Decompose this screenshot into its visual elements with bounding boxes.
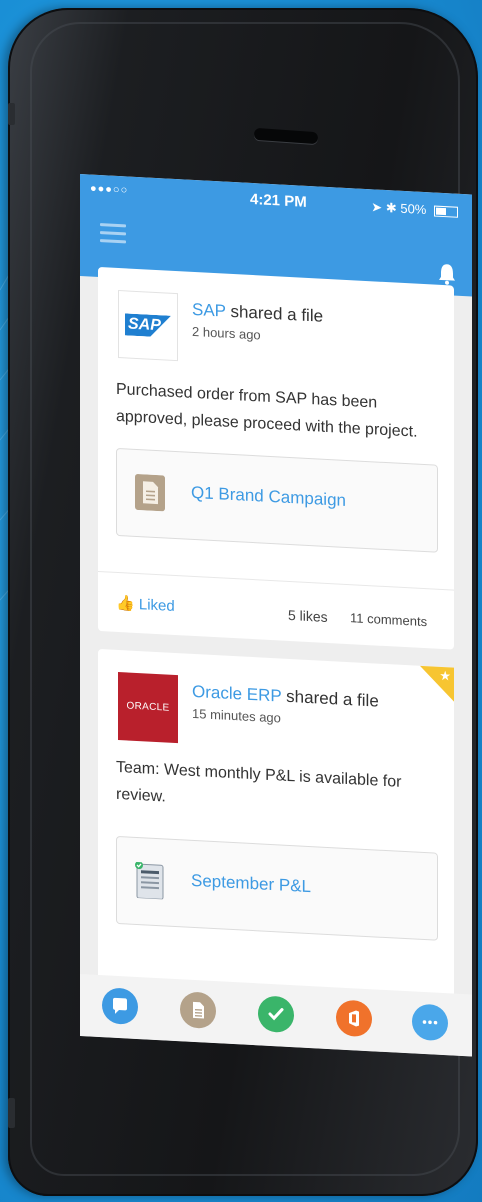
side-button [8, 1098, 15, 1128]
document-icon [193, 1001, 204, 1019]
more-icon [422, 1020, 438, 1025]
mute-switch [8, 103, 15, 125]
post-action: shared a file [281, 686, 379, 711]
card-divider [98, 570, 454, 591]
tab-documents[interactable] [180, 991, 216, 1030]
file-link[interactable]: September P&L [191, 871, 311, 897]
battery-percent: 50% [400, 200, 427, 218]
source-link[interactable]: SAP [192, 300, 226, 321]
star-icon: ★ [439, 667, 451, 684]
signal-indicator: ●●●○○ [90, 182, 129, 197]
post-message: Purchased order from SAP has been approv… [116, 380, 418, 441]
feed-card-sap[interactable]: SAP SAP shared a file 2 hours ago Purcha… [98, 266, 454, 650]
tab-more[interactable] [412, 1003, 448, 1042]
post-timestamp: 2 hours ago [192, 323, 261, 343]
tab-office[interactable] [336, 999, 372, 1038]
like-label: Liked [138, 596, 175, 615]
document-icon [135, 474, 165, 512]
post-action: shared a file [225, 301, 324, 326]
location-icon: ➤ [371, 199, 383, 215]
tab-chat[interactable] [102, 987, 138, 1026]
likes-count[interactable]: 5 likes [288, 607, 328, 625]
hamburger-menu-icon[interactable] [100, 223, 126, 244]
post-timestamp: 15 minutes ago [192, 705, 281, 726]
source-link[interactable]: Oracle ERP [192, 682, 281, 706]
app-screen: ●●●○○ 4:21 PM ➤ ✱ 50% SAP SAP shared a f… [80, 174, 472, 1057]
comments-count[interactable]: 11 comments [350, 610, 427, 629]
check-icon [268, 1008, 284, 1021]
tab-tasks[interactable] [258, 995, 294, 1034]
battery-indicator: ➤ ✱ 50% [371, 199, 458, 220]
office-icon [349, 1010, 359, 1027]
oracle-logo: ORACLE [118, 671, 178, 744]
thumbs-up-icon: 👍 [116, 594, 135, 613]
battery-icon [434, 205, 458, 218]
feed-card-oracle[interactable]: ★ ORACLE Oracle ERP shared a file 15 min… [98, 648, 454, 998]
clock: 4:21 PM [250, 190, 307, 211]
like-button[interactable]: 👍 Liked [116, 594, 175, 615]
file-link[interactable]: Q1 Brand Campaign [191, 483, 346, 511]
post-header: SAP shared a file [192, 300, 323, 327]
file-attachment[interactable]: September P&L [116, 835, 438, 941]
post-message: Team: West monthly P&L is available for … [116, 758, 402, 806]
sap-logo: SAP [118, 289, 178, 362]
bluetooth-icon: ✱ [385, 200, 397, 216]
file-attachment[interactable]: Q1 Brand Campaign [116, 447, 438, 553]
spreadsheet-icon [135, 861, 164, 900]
notifications-bell-icon[interactable] [438, 263, 456, 286]
chat-icon [113, 997, 127, 1014]
